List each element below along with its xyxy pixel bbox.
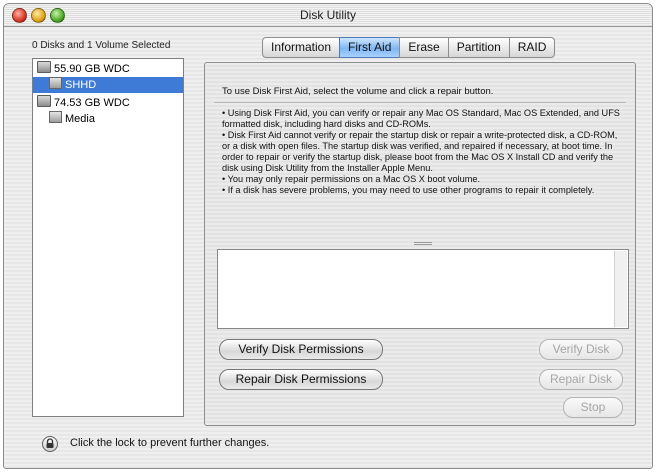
repair-permissions-button[interactable]: Repair Disk Permissions <box>219 369 383 390</box>
splitter-grip[interactable] <box>414 242 432 246</box>
repair-disk-button[interactable]: Repair Disk <box>539 369 623 390</box>
first-aid-instructions: • Using Disk First Aid, you can verify o… <box>222 108 624 196</box>
tab-first-aid[interactable]: First Aid <box>339 37 401 58</box>
disk-item-label: 55.90 GB WDC <box>54 63 130 75</box>
stop-button[interactable]: Stop <box>563 397 623 418</box>
tab-bar: Information First Aid Erase Partition RA… <box>262 37 556 58</box>
window-title: Disk Utility <box>300 8 356 22</box>
first-aid-panel: To use Disk First Aid, select the volume… <box>204 62 636 426</box>
disk-utility-window: Disk Utility 0 Disks and 1 Volume Select… <box>3 3 653 469</box>
instruction-bullet: • You may only repair permissions on a M… <box>222 174 481 184</box>
verify-disk-button[interactable]: Verify Disk <box>539 339 623 360</box>
lock-status-text: Click the lock to prevent further change… <box>70 437 270 449</box>
volume-icon <box>49 77 62 89</box>
instruction-bullet: • Disk First Aid cannot verify or repair… <box>222 130 618 173</box>
log-scrollbar[interactable] <box>614 251 627 327</box>
first-aid-intro: To use Disk First Aid, select the volume… <box>222 86 494 97</box>
disk-item-55gb[interactable]: 55.90 GB WDC <box>33 61 183 77</box>
divider <box>214 102 626 103</box>
volume-item-shhd[interactable]: SHHD <box>33 77 183 93</box>
tab-partition[interactable]: Partition <box>447 37 510 58</box>
volume-item-media[interactable]: Media <box>33 111 183 127</box>
hard-disk-icon <box>37 95 51 107</box>
disk-item-74gb[interactable]: 74.53 GB WDC <box>33 95 183 111</box>
instruction-bullet: • Using Disk First Aid, you can verify o… <box>222 108 620 129</box>
hard-disk-icon <box>37 61 51 73</box>
volume-item-label: SHHD <box>65 79 97 91</box>
results-log[interactable] <box>217 249 629 329</box>
lock-icon[interactable] <box>42 436 58 452</box>
disk-list[interactable]: 55.90 GB WDC SHHD 74.53 GB WDC Media <box>32 58 184 417</box>
volume-icon <box>49 111 62 123</box>
title-bar[interactable]: Disk Utility <box>4 4 652 27</box>
tab-information[interactable]: Information <box>262 37 341 58</box>
volume-item-label: Media <box>65 113 95 125</box>
disk-item-label: 74.53 GB WDC <box>54 97 130 109</box>
tab-erase[interactable]: Erase <box>399 37 449 58</box>
selection-summary: 0 Disks and 1 Volume Selected <box>32 40 171 51</box>
instruction-bullet: • If a disk has severe problems, you may… <box>222 185 595 195</box>
tab-raid[interactable]: RAID <box>508 37 556 58</box>
verify-permissions-button[interactable]: Verify Disk Permissions <box>219 339 383 360</box>
